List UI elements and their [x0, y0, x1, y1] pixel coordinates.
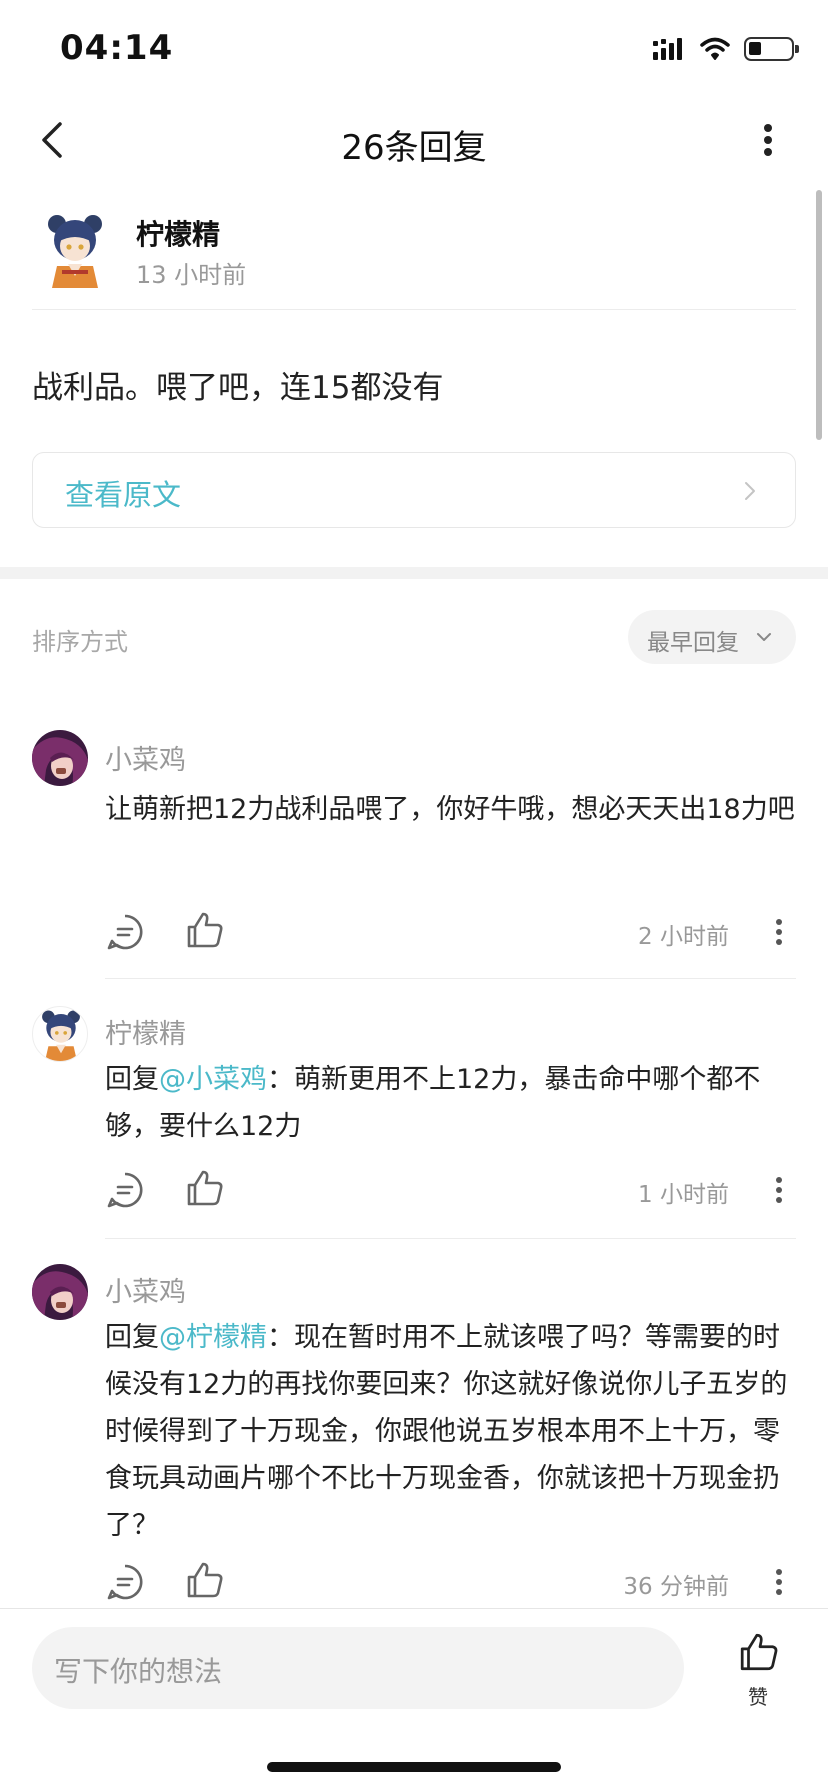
- battery-icon: [744, 37, 799, 61]
- thumbs-up-icon[interactable]: [185, 1560, 225, 1600]
- comment-text: 回复@柠檬精：现在暂时用不上就该喂了吗？等需要的时候没有12力的再找你要回来？你…: [105, 1314, 795, 1549]
- sort-dropdown[interactable]: 最早回复: [628, 610, 796, 664]
- nav-bar: 26条回复: [0, 100, 828, 180]
- comment-input-placeholder: 写下你的想法: [54, 1655, 223, 1688]
- thumbs-up-icon[interactable]: [185, 1168, 225, 1208]
- status-bar: 04:14: [0, 0, 828, 100]
- more-vertical-icon[interactable]: [769, 1562, 789, 1602]
- status-icons: [652, 34, 799, 64]
- post-time: 13 小时前: [136, 261, 247, 289]
- section-divider: [0, 567, 828, 579]
- comment-actions: 36 分钟前: [105, 1558, 795, 1606]
- like-label: 赞: [748, 1685, 768, 1709]
- comment-actions: 2 小时前: [105, 908, 795, 956]
- comment-text: 让萌新把12力战利品喂了，你好牛哦，想必天天出18力吧: [105, 786, 795, 833]
- status-time: 04:14: [60, 28, 174, 68]
- comment-item: 小菜鸡 回复@柠檬精：现在暂时用不上就该喂了吗？等需要的时候没有12力的再找你要…: [0, 1264, 828, 1608]
- sort-selected: 最早回复: [647, 630, 739, 656]
- post-author[interactable]: 柠檬精: [136, 213, 220, 253]
- like-button[interactable]: 赞: [728, 1631, 788, 1711]
- comment-input[interactable]: 写下你的想法: [32, 1627, 684, 1709]
- reply-prefix: 回复: [105, 1064, 159, 1095]
- divider: [105, 978, 796, 979]
- reply-icon[interactable]: [105, 912, 145, 952]
- more-vertical-icon[interactable]: [748, 116, 788, 164]
- view-original-label: 查看原文: [65, 478, 182, 512]
- comment-body: 让萌新把12力战利品喂了，你好牛哦，想必天天出18力吧: [105, 794, 795, 825]
- more-vertical-icon[interactable]: [769, 912, 789, 952]
- comment-time: 36 分钟前: [623, 1574, 729, 1600]
- reply-icon[interactable]: [105, 1170, 145, 1210]
- mention-link[interactable]: @小菜鸡: [159, 1064, 267, 1095]
- divider: [105, 1238, 796, 1239]
- more-vertical-icon[interactable]: [769, 1170, 789, 1210]
- signal-icon: [653, 38, 682, 60]
- comment-author[interactable]: 柠檬精: [105, 1012, 186, 1051]
- avatar[interactable]: [44, 210, 106, 290]
- chevron-down-icon: [757, 633, 771, 641]
- post-header: 柠檬精 13 小时前: [32, 205, 796, 310]
- comment-item: 小菜鸡 让萌新把12力战利品喂了，你好牛哦，想必天天出18力吧 2 小时前: [0, 730, 828, 980]
- view-original-button[interactable]: 查看原文: [32, 452, 796, 528]
- post-content: 战利品。喂了吧，连15都没有: [32, 370, 444, 406]
- comment-actions: 1 小时前: [105, 1166, 795, 1214]
- reply-prefix: 回复: [105, 1322, 159, 1353]
- avatar[interactable]: [32, 730, 88, 786]
- comment-time: 1 小时前: [638, 1182, 729, 1208]
- chevron-right-icon: [745, 482, 755, 500]
- avatar[interactable]: [32, 1264, 88, 1320]
- wifi-icon: [700, 37, 730, 60]
- reply-icon[interactable]: [105, 1562, 145, 1602]
- avatar[interactable]: [32, 1006, 88, 1062]
- comment-body: ：现在暂时用不上就该喂了吗？等需要的时候没有12力的再找你要回来？你这就好像说你…: [105, 1322, 788, 1541]
- thumbs-up-icon[interactable]: [185, 910, 225, 950]
- thumbs-up-icon: [740, 1633, 778, 1671]
- comment-item: 柠檬精 回复@小菜鸡：萌新更用不上12力，暴击命中哪个都不够，要什么12力 1 …: [0, 1006, 828, 1256]
- mention-link[interactable]: @柠檬精: [159, 1322, 267, 1353]
- comment-author[interactable]: 小菜鸡: [105, 1270, 186, 1309]
- home-indicator[interactable]: [267, 1762, 561, 1772]
- sort-label: 排序方式: [32, 628, 128, 656]
- comment-author[interactable]: 小菜鸡: [105, 738, 186, 777]
- comment-time: 2 小时前: [638, 924, 729, 950]
- scrollbar[interactable]: [816, 190, 822, 440]
- comment-text: 回复@小菜鸡：萌新更用不上12力，暴击命中哪个都不够，要什么12力: [105, 1056, 795, 1150]
- page-title: 26条回复: [341, 128, 487, 168]
